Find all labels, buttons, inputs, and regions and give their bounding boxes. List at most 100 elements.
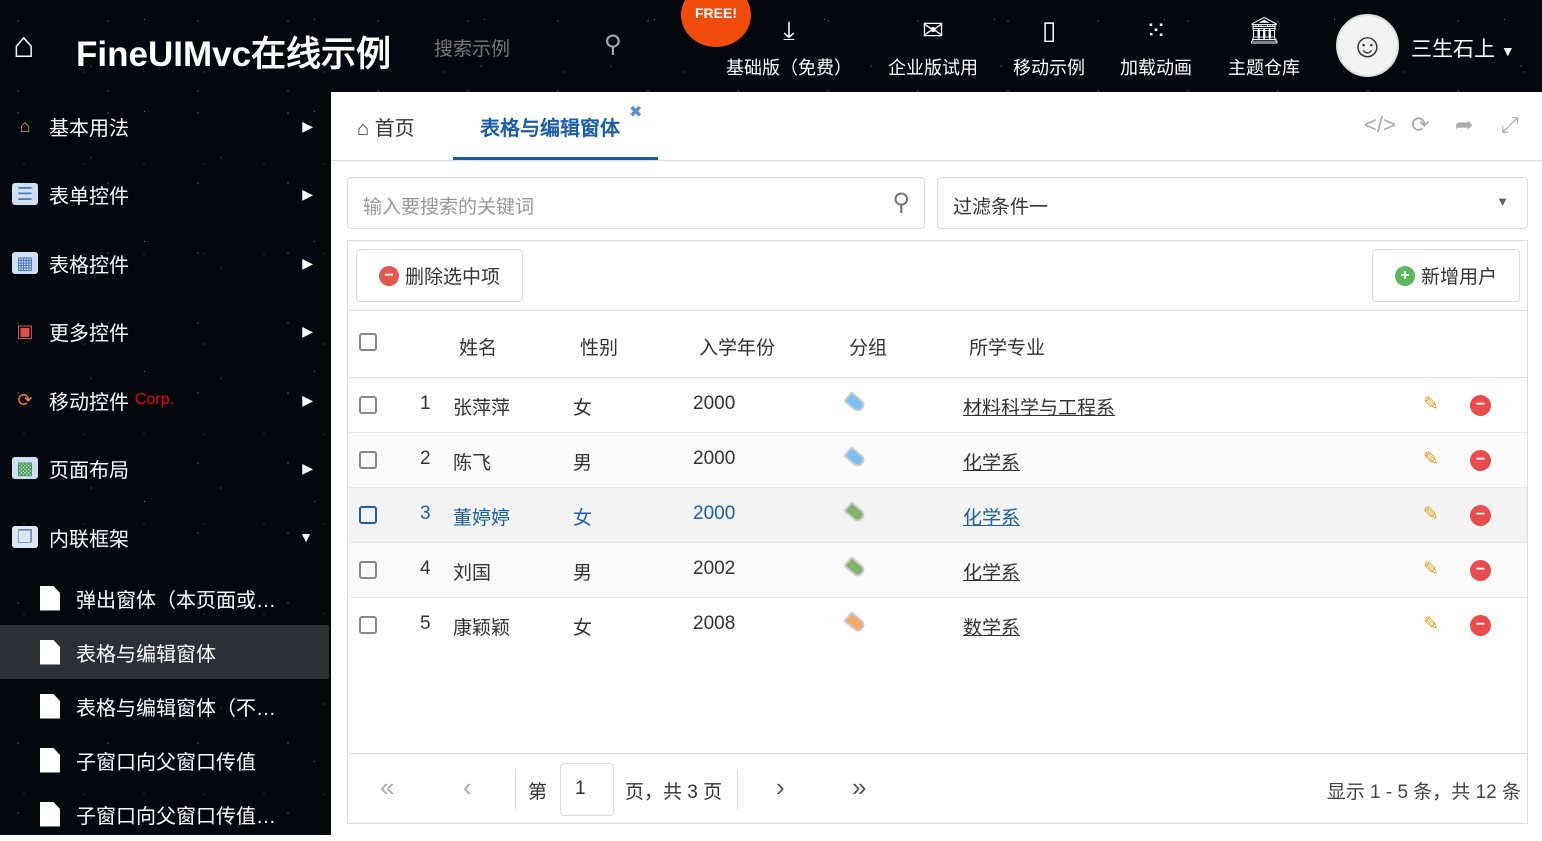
edit-icon[interactable]: ✎ [1423,393,1439,416]
last-page-icon[interactable]: » [852,772,866,803]
close-icon[interactable]: ✖ [629,102,642,122]
home-icon[interactable]: ⌂ [13,24,35,66]
page-number-input[interactable]: 1 [560,763,614,816]
row-checkbox[interactable] [359,396,377,414]
sidebar-subitem[interactable]: 子窗口向父窗口传值 [0,733,329,787]
cell-major-link[interactable]: 化学系 [963,448,1020,475]
sidebar: ⌂ 基本用法 ▶ ☰ 表单控件 ▶ ▦ 表格控件 ▶ ▣ 更多控件 ▶ ⟳ 移动控件 Corp. ▶ … [0,92,331,835]
cell-major-link[interactable]: 数学系 [963,613,1020,640]
refresh-icon[interactable]: ⟳ [1411,112,1429,138]
delete-selected-button[interactable]: − 删除选中项 [356,249,524,302]
nav-enterprise[interactable]: ✉ 企业版试用 [888,12,978,80]
app-title[interactable]: FineUIMvc在线示例 [76,26,391,77]
cell-major-link[interactable]: 化学系 [963,503,1020,530]
edit-icon[interactable]: ✎ [1423,448,1439,471]
cell-gender: 女 [573,398,593,419]
divider [737,769,738,809]
table-row[interactable]: 4 刘国 男 2002 化学系 ✎ − [348,542,1527,597]
table-row[interactable]: 3 董婷婷 女 2000 化学系 ✎ − [348,487,1527,542]
delete-row-icon[interactable]: − [1470,615,1491,636]
sidebar-subitem[interactable]: 弹出窗体（本页面或… [0,571,329,625]
delete-row-icon[interactable]: − [1470,560,1491,581]
filter-dropdown[interactable]: 过滤条件一 ▼ [937,177,1528,229]
cell-major-link[interactable]: 化学系 [963,558,1020,585]
avatar[interactable]: ☺ [1336,14,1399,77]
sidebar-item-form[interactable]: ☰ 表单控件 ▶ [0,160,331,228]
cell-name: 张萍萍 [453,398,511,419]
cell-major-link[interactable]: 材料科学与工程系 [963,393,1115,420]
row-number: 1 [420,393,431,414]
search-input[interactable]: 输入要搜索的关键词 ⚲ [347,177,925,229]
page-label: 第 [528,782,548,803]
windows-icon: ❐ [12,526,38,548]
row-number: 5 [420,613,431,634]
code-icon[interactable]: </> [1364,112,1396,138]
bank-icon: 🏛 [1247,15,1281,45]
column-header[interactable]: 入学年份 [699,333,775,360]
nav-loading[interactable]: ⁙ 加载动画 [1120,12,1192,80]
row-checkbox[interactable] [359,616,377,634]
first-page-icon[interactable]: « [380,772,394,803]
prev-page-icon[interactable]: ‹ [463,772,472,803]
row-number: 4 [420,558,431,579]
tab-grid-edit[interactable]: 表格与编辑窗体 [480,112,620,141]
next-page-icon[interactable]: › [776,772,785,803]
nav-themes[interactable]: 🏛 主题仓库 [1228,12,1300,80]
caret-right-icon: ▶ [302,185,313,202]
nav-basic[interactable]: ⤓ 基础版（免费） [726,12,852,80]
search-icon[interactable]: ⚲ [604,30,622,59]
caret-right-icon: ▶ [302,117,313,134]
sidebar-item-more[interactable]: ▣ 更多控件 ▶ [0,297,331,365]
caret-down-icon: ▼ [1500,43,1515,59]
corp-badge: Corp. [135,391,175,408]
table-row[interactable]: 1 张萍萍 女 2000 材料科学与工程系 ✎ − [348,377,1527,432]
sidebar-item-basic[interactable]: ⌂ 基本用法 ▶ [0,92,331,160]
cell-year: 2002 [693,558,736,579]
tag-icon [843,501,867,524]
tab-home[interactable]: ⌂ 首页 [357,112,415,141]
cell-year: 2008 [693,613,736,634]
delete-row-icon[interactable]: − [1470,505,1491,526]
user-menu[interactable]: 三生石上 ▼ [1411,33,1515,63]
row-checkbox[interactable] [359,451,377,469]
share-icon[interactable]: ➦ [1455,112,1473,138]
delete-row-icon[interactable]: − [1470,450,1491,471]
cell-gender: 男 [573,563,593,584]
cell-gender: 女 [573,508,593,529]
pager: « ‹ 第 1 页，共 3 页 › » 显示 1 - 5 条，共 12 条 [348,753,1527,824]
table-row[interactable]: 5 康颖颖 女 2008 数学系 ✎ − [348,597,1527,652]
sidebar-item-grid[interactable]: ▦ 表格控件 ▶ [0,229,331,297]
sidebar-subitem[interactable]: 子窗口向父窗口传值… [0,787,329,841]
row-number: 3 [420,503,431,524]
sidebar-item-mobile[interactable]: ⟳ 移动控件 Corp. ▶ [0,366,331,434]
tag-icon [843,611,867,634]
add-user-button[interactable]: + 新增用户 [1371,249,1520,302]
edit-icon[interactable]: ✎ [1423,613,1439,636]
sidebar-subitem-active[interactable]: 表格与编辑窗体 [0,625,329,679]
column-header[interactable]: 性别 [580,333,618,360]
file-icon [40,747,60,773]
delete-row-icon[interactable]: − [1470,395,1491,416]
mobile-icon: ▯ [1041,15,1057,45]
table-icon: ▦ [12,252,38,274]
sidebar-item-layout[interactable]: ▩ 页面布局 ▶ [0,434,331,502]
select-all-checkbox[interactable] [359,333,377,351]
cell-name: 刘国 [453,563,492,584]
row-checkbox[interactable] [359,506,377,524]
table-row[interactable]: 2 陈飞 男 2000 化学系 ✎ − [348,432,1527,487]
row-checkbox[interactable] [359,561,377,579]
nav-mobile[interactable]: ▯ 移动示例 [1013,12,1085,80]
edit-icon[interactable]: ✎ [1423,503,1439,526]
column-header[interactable]: 姓名 [459,333,497,360]
expand-icon[interactable]: ⤢ [1501,112,1519,138]
caret-right-icon: ▶ [302,322,313,339]
caret-down-icon: ▼ [299,529,313,545]
search-icon[interactable]: ⚲ [892,188,910,217]
top-header: ⌂ FineUIMvc在线示例 搜索示例 ⚲ FREE! ⤓ 基础版（免费） ✉ 企… [0,0,1542,92]
edit-icon[interactable]: ✎ [1423,558,1439,581]
column-header[interactable]: 所学专业 [969,333,1045,360]
column-header[interactable]: 分组 [849,333,887,360]
cell-name: 康颖颖 [453,618,511,639]
sidebar-item-iframe[interactable]: ❐ 内联框架 ▼ [0,503,331,571]
sidebar-subitem[interactable]: 表格与编辑窗体（不… [0,679,329,733]
